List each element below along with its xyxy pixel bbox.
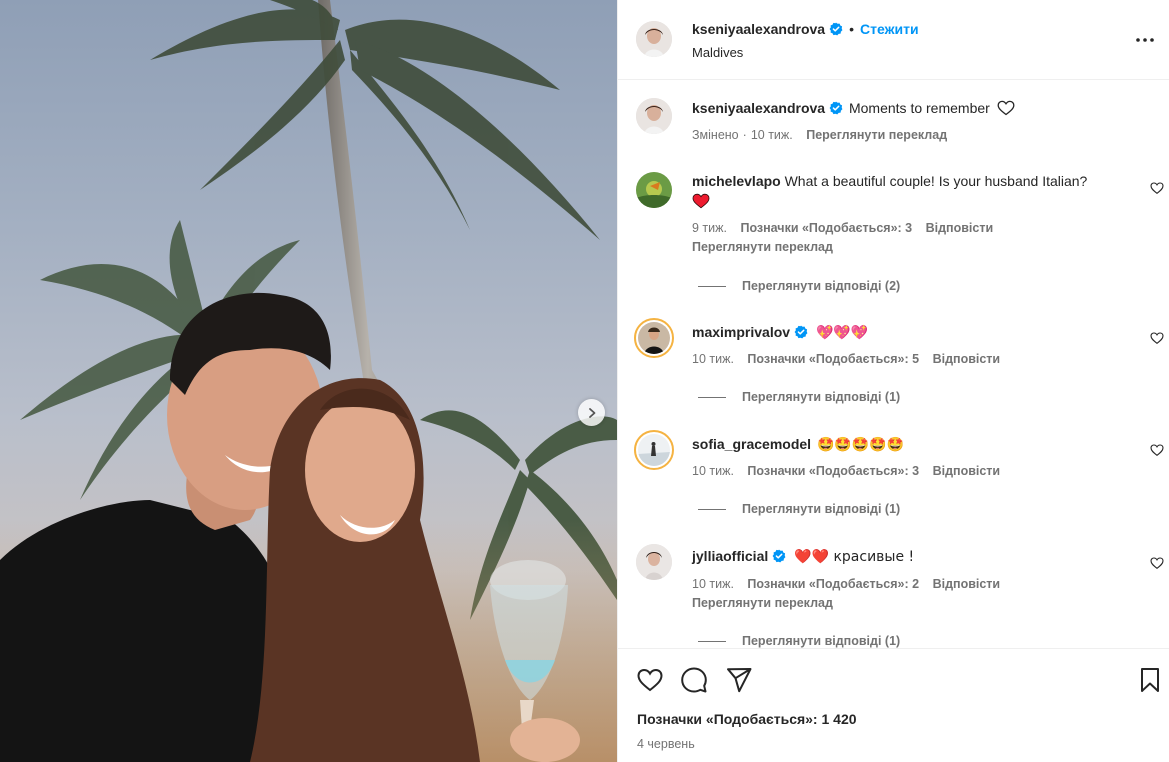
caption-username[interactable]: kseniyaalexandrova [692, 100, 825, 116]
comment-likes[interactable]: Позначки «Подобається»: 3 [740, 221, 912, 235]
like-comment-heart-icon[interactable] [1150, 556, 1164, 570]
caption-avatar[interactable] [636, 98, 672, 134]
follow-button[interactable]: Стежити [860, 21, 919, 37]
translate-link[interactable]: Переглянути переклад [692, 240, 833, 254]
comment-item: maximprivalov 💖💖💖 10 тиж. Позначки «Подо… [618, 316, 1169, 416]
comment-meta: 10 тиж. Позначки «Подобається»: 3 Відпов… [692, 464, 1010, 478]
comment-item: sofia_gracemodel 🤩🤩🤩🤩🤩 10 тиж. Позначки … [618, 428, 1169, 528]
heart-icon[interactable] [636, 666, 664, 694]
comment-username[interactable]: michelevlapo [692, 173, 781, 189]
verified-badge-icon [772, 549, 786, 563]
commenter-avatar[interactable] [634, 430, 674, 470]
chevron-right-icon [588, 407, 595, 418]
comment-time[interactable]: 10 тиж. [692, 352, 734, 366]
caption-time[interactable]: 10 тиж. [751, 128, 793, 142]
replies-divider [698, 396, 726, 398]
comment-time[interactable]: 10 тиж. [692, 577, 734, 591]
caption-text: kseniyaalexandrova Moments to remember [692, 98, 1134, 118]
next-photo-button[interactable] [578, 399, 605, 426]
author-avatar[interactable] [636, 21, 672, 57]
verified-badge-icon [829, 101, 843, 115]
view-replies-button[interactable]: Переглянути відповіді (1) [698, 502, 900, 516]
avatar-image [638, 322, 670, 354]
avatar-image [638, 434, 670, 466]
comment-username[interactable]: maximprivalov [692, 324, 790, 340]
comment-body: 💖💖💖 [815, 325, 869, 341]
post-side-panel: kseniyaalexandrova • Стежити Maldives ks… [617, 0, 1169, 762]
avatar-image [636, 21, 672, 57]
avatar-image [636, 172, 672, 208]
comment-icon[interactable] [680, 666, 708, 694]
comment-meta: 10 тиж. Позначки «Подобається»: 2 Відпов… [692, 577, 1010, 591]
view-replies-label: Переглянути відповіді (1) [742, 634, 901, 648]
reply-button[interactable]: Відповісти [933, 464, 1001, 478]
avatar-image [636, 544, 672, 580]
translate-link[interactable]: Переглянути переклад [806, 128, 947, 142]
comment-likes[interactable]: Позначки «Подобається»: 5 [747, 352, 919, 366]
verified-badge-icon [794, 325, 808, 339]
view-replies-button[interactable]: Переглянути відповіді (1) [698, 634, 900, 648]
comment-meta: 9 тиж. Позначки «Подобається»: 3 Відпові… [692, 221, 1003, 235]
post-header: kseniyaalexandrova • Стежити Maldives [618, 0, 1169, 80]
comment-text: jylliaofficial ❤️❤️ красивые ! [692, 546, 1134, 567]
comment-text: sofia_gracemodel 🤩🤩🤩🤩🤩 [692, 434, 1134, 455]
post-date[interactable]: 4 червень [637, 737, 695, 751]
comment-item: michelevlapo What a beautiful couple! Is… [618, 169, 1169, 299]
like-comment-heart-icon[interactable] [1150, 443, 1164, 457]
more-options-icon[interactable] [1133, 30, 1157, 50]
like-comment-heart-icon[interactable] [1150, 331, 1164, 345]
replies-divider [698, 640, 726, 642]
comment-body: 🤩🤩🤩🤩🤩 [816, 437, 905, 453]
bookmark-icon[interactable] [1136, 666, 1164, 694]
separator-dot: • [849, 21, 854, 37]
view-replies-label: Переглянути відповіді (1) [742, 390, 901, 404]
commenter-avatar[interactable] [636, 172, 672, 208]
replies-divider [698, 285, 726, 287]
reply-button[interactable]: Відповісти [926, 221, 994, 235]
photo-scene [0, 0, 617, 762]
view-replies-label: Переглянути відповіді (1) [742, 502, 901, 516]
author-username[interactable]: kseniyaalexandrova [692, 21, 825, 37]
comment-meta: 10 тиж. Позначки «Подобається»: 5 Відпов… [692, 352, 1010, 366]
comment-likes[interactable]: Позначки «Подобається»: 2 [747, 577, 919, 591]
header-line: kseniyaalexandrova • Стежити [692, 21, 919, 37]
comment-time[interactable]: 9 тиж. [692, 221, 727, 235]
comment-body: What a beautiful couple! Is your husband… [784, 173, 1088, 189]
comment-username[interactable]: jylliaofficial [692, 548, 768, 564]
view-replies-label: Переглянути відповіді (2) [742, 279, 901, 293]
view-replies-button[interactable]: Переглянути відповіді (2) [698, 279, 900, 293]
instagram-post-view: kseniyaalexandrova • Стежити Maldives ks… [0, 0, 1169, 762]
avatar-image [636, 98, 672, 134]
caption-body: Moments to remember [848, 100, 990, 116]
comments-list[interactable]: kseniyaalexandrova Moments to remember З… [618, 81, 1169, 648]
replies-divider [698, 508, 726, 510]
share-icon[interactable] [725, 666, 753, 694]
post-photo[interactable] [0, 0, 617, 762]
edited-label: Змінено [692, 128, 739, 142]
view-replies-button[interactable]: Переглянути відповіді (1) [698, 390, 900, 404]
post-location[interactable]: Maldives [692, 45, 743, 60]
comment-text: michelevlapo What a beautiful couple! Is… [692, 171, 1134, 211]
caption-meta: Змінено · 10 тиж. Переглянути переклад [692, 128, 948, 142]
caption: kseniyaalexandrova Moments to remember З… [618, 81, 1169, 161]
like-comment-heart-icon[interactable] [1150, 181, 1164, 195]
comment-username[interactable]: sofia_gracemodel [692, 436, 811, 452]
comment-time[interactable]: 10 тиж. [692, 464, 734, 478]
likes-count[interactable]: Позначки «Подобається»: 1 420 [637, 711, 857, 727]
post-actions: Позначки «Подобається»: 1 420 4 червень [618, 648, 1169, 762]
white-heart-icon [997, 100, 1015, 116]
comment-item: jylliaofficial ❤️❤️ красивые ! 10 тиж. П… [618, 541, 1169, 648]
comment-text: maximprivalov 💖💖💖 [692, 322, 1134, 343]
commenter-avatar[interactable] [636, 544, 672, 580]
translate-link[interactable]: Переглянути переклад [692, 596, 833, 610]
comment-likes[interactable]: Позначки «Подобається»: 3 [747, 464, 919, 478]
commenter-avatar[interactable] [634, 318, 674, 358]
comment-body: ❤️❤️ красивые ! [794, 549, 915, 565]
red-heart-emoji [692, 193, 710, 209]
reply-button[interactable]: Відповісти [933, 352, 1001, 366]
reply-button[interactable]: Відповісти [933, 577, 1001, 591]
verified-badge-icon [829, 22, 843, 36]
